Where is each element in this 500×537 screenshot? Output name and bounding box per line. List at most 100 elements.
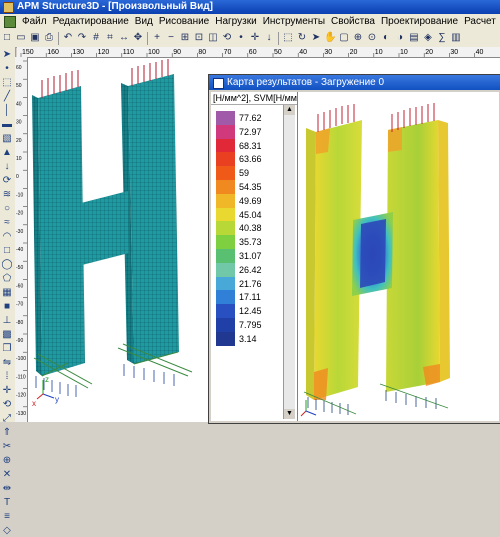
- menu-item[interactable]: Нагрузки: [212, 14, 259, 29]
- node-tool-icon[interactable]: •: [1, 63, 13, 75]
- rotate-icon[interactable]: ⟲: [221, 32, 233, 44]
- ruler-label: 60: [16, 65, 22, 71]
- snap-icon[interactable]: ⌗: [104, 32, 116, 44]
- select-icon[interactable]: ⬚: [282, 32, 294, 44]
- move-icon[interactable]: ✛: [1, 385, 13, 397]
- undo-icon[interactable]: ↶: [62, 32, 74, 44]
- calc-icon[interactable]: ∑: [436, 32, 448, 44]
- results-map-window[interactable]: Карта результатов - Загружение 0 [Н/мм^2…: [208, 74, 500, 424]
- grid-icon[interactable]: #: [90, 32, 102, 44]
- scale-value: 40.38: [239, 223, 262, 234]
- save-icon[interactable]: ▣: [29, 32, 41, 44]
- delete-icon[interactable]: ✕: [1, 469, 13, 481]
- scroll-up-icon[interactable]: ▲: [284, 105, 295, 115]
- menu-item[interactable]: Проектирование: [378, 14, 461, 29]
- hinge-icon[interactable]: ○: [1, 203, 13, 215]
- line-icon[interactable]: ╱: [1, 91, 13, 103]
- scale-swatch: [216, 248, 235, 263]
- menu-item[interactable]: Расчет: [461, 14, 499, 29]
- hand-icon[interactable]: ✋: [324, 32, 336, 44]
- scale-scrollbar[interactable]: ▲ ▼: [283, 105, 295, 419]
- menu-item[interactable]: Редактирование: [50, 14, 132, 29]
- mirror-icon[interactable]: ⇋: [1, 357, 13, 369]
- print-icon[interactable]: ⎙: [43, 32, 55, 44]
- redo-icon[interactable]: ↷: [76, 32, 88, 44]
- zoom-in-icon[interactable]: +: [151, 32, 163, 44]
- right-column-contour: [386, 120, 440, 392]
- select-icon[interactable]: ⬚: [1, 77, 13, 89]
- result-axis-triad: [300, 400, 317, 417]
- document-icon[interactable]: [4, 16, 16, 28]
- scroll-down-icon[interactable]: ▼: [284, 409, 295, 419]
- open-icon[interactable]: ▭: [15, 32, 27, 44]
- menu-item[interactable]: Вид: [132, 14, 156, 29]
- view-icon[interactable]: ◫: [207, 32, 219, 44]
- stress-contour-svg[interactable]: [298, 92, 499, 421]
- zoom-next-icon[interactable]: ◑: [394, 32, 406, 44]
- arc-icon[interactable]: ◠: [1, 231, 13, 243]
- zoom-all-icon[interactable]: ⊡: [193, 32, 205, 44]
- moment-icon[interactable]: ⟳: [1, 175, 13, 187]
- node-icon[interactable]: •: [235, 32, 247, 44]
- dimension-icon[interactable]: ↔: [118, 32, 130, 44]
- scale-icon[interactable]: ⤢: [1, 413, 13, 425]
- loads-icon[interactable]: ↓: [263, 32, 275, 44]
- menu-item[interactable]: Свойства: [328, 14, 378, 29]
- menu-item[interactable]: Рисование: [156, 14, 212, 29]
- pan-icon[interactable]: ✥: [132, 32, 144, 44]
- support-icon[interactable]: ▲: [1, 147, 13, 159]
- refresh-icon[interactable]: ↻: [296, 32, 308, 44]
- join-icon[interactable]: ⊕: [1, 455, 13, 467]
- split-icon[interactable]: ✂: [1, 441, 13, 453]
- pointer-icon[interactable]: ➤: [1, 49, 13, 61]
- menu-item[interactable]: Инструменты: [260, 14, 328, 29]
- array-icon[interactable]: ⁞: [1, 371, 13, 383]
- spring-icon[interactable]: ≈: [1, 217, 13, 229]
- beam-icon[interactable]: ▬: [1, 119, 13, 131]
- pointer-icon[interactable]: ➤: [310, 32, 322, 44]
- zoom-box-icon[interactable]: ⊕: [352, 32, 364, 44]
- results-window-title: Карта результатов - Загружение 0: [227, 77, 385, 88]
- zoom-fit-icon[interactable]: ⊙: [366, 32, 378, 44]
- rotate-icon[interactable]: ⟲: [1, 399, 13, 411]
- layers-icon[interactable]: ≡: [1, 511, 13, 523]
- mesh-icon[interactable]: ▩: [1, 329, 13, 341]
- left-toolbar: ➤ • ⬚ ╱ │ ▬ ▧ ▲ ↓ ⟳ ≋ ○ ≈ ◠ □ ◯ ⬠ ▦ ■ ⊥ ▩ ❐ ⇋ ⁞ ✛ ⟲ ⤢ ⇑ ✂ ⊕ ✕ ⇹ T ≡ ◇: [0, 47, 16, 536]
- extrude-icon[interactable]: ⇑: [1, 427, 13, 439]
- menu-bar: Файл Редактирование Вид Рисование Нагрузки Ин…: [0, 14, 500, 29]
- rect-icon[interactable]: □: [1, 245, 13, 257]
- select-area-icon[interactable]: ▢: [338, 32, 350, 44]
- properties-icon[interactable]: ◇: [1, 525, 13, 537]
- main-toolbar: □ ▭ ▣ ⎙ ↶ ↷ # ⌗ ↔ ✥ + − ⊞ ⊡ ◫ ⟲ • ✛ ↓ ⬚ ↻ ➤ ✋ ▢ ⊕ ⊙ ◐ ◑ ▤ ◈ ∑ ▥: [0, 29, 500, 48]
- distributed-load-icon[interactable]: ≋: [1, 189, 13, 201]
- section-icon[interactable]: ⊥: [1, 315, 13, 327]
- menu-item[interactable]: Файл: [19, 14, 50, 29]
- view-front-icon[interactable]: ▤: [408, 32, 420, 44]
- text-icon[interactable]: T: [1, 497, 13, 509]
- measure-icon[interactable]: ⇹: [1, 483, 13, 495]
- zoom-window-icon[interactable]: ⊞: [179, 32, 191, 44]
- results-window-title-bar[interactable]: Карта результатов - Загружение 0: [209, 75, 500, 90]
- polygon-icon[interactable]: ⬠: [1, 273, 13, 285]
- force-icon[interactable]: ↓: [1, 161, 13, 173]
- rod-icon[interactable]: │: [1, 105, 13, 117]
- view-3d-icon[interactable]: ◈: [422, 32, 434, 44]
- ruler-label: -100: [16, 356, 26, 362]
- ruler-label: 20: [16, 138, 22, 144]
- scale-value: 31.07: [239, 250, 262, 261]
- zoom-prev-icon[interactable]: ◐: [380, 32, 392, 44]
- move-icon[interactable]: ✛: [249, 32, 261, 44]
- results-icon[interactable]: ▥: [450, 32, 462, 44]
- circle-icon[interactable]: ◯: [1, 259, 13, 271]
- scale-value: 26.42: [239, 264, 262, 275]
- ruler-label: -60: [16, 283, 23, 289]
- solid-icon[interactable]: ■: [1, 301, 13, 313]
- new-icon[interactable]: □: [1, 32, 13, 44]
- plate-icon[interactable]: ▧: [1, 133, 13, 145]
- shell-icon[interactable]: ▦: [1, 287, 13, 299]
- ruler-label: 20: [425, 49, 433, 56]
- toolbar-separator: [147, 32, 148, 45]
- stress-result-view[interactable]: [298, 92, 499, 421]
- zoom-out-icon[interactable]: −: [165, 32, 177, 44]
- copy-icon[interactable]: ❐: [1, 343, 13, 355]
